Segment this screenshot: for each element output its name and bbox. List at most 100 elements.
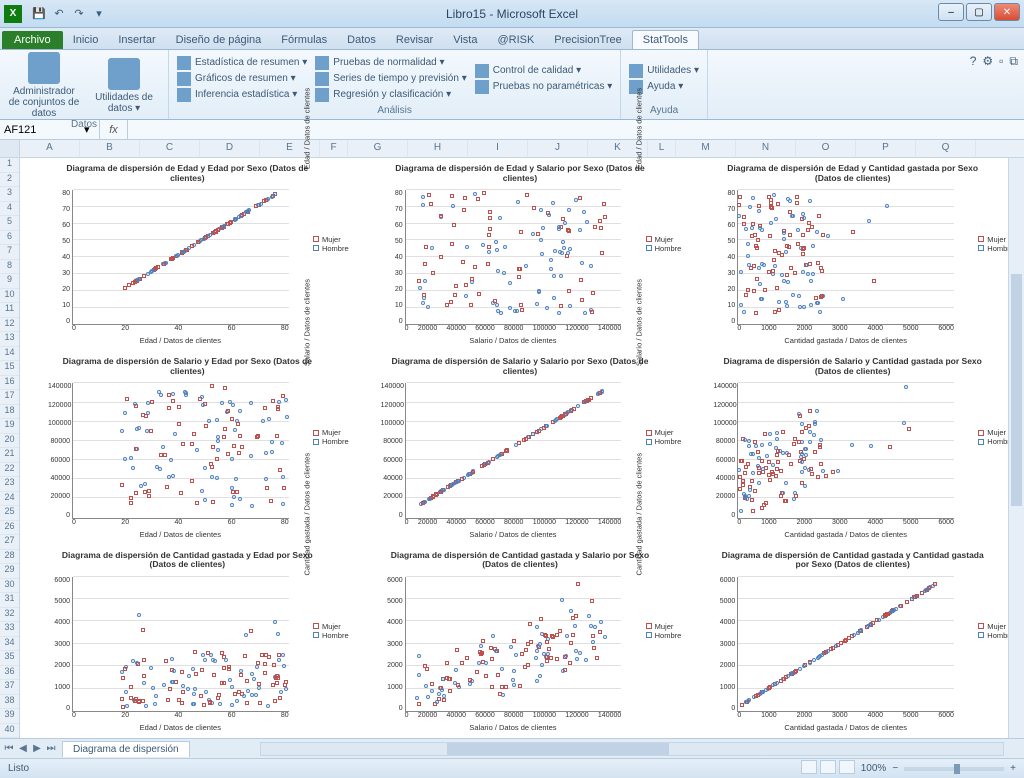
row-header[interactable]: 25 <box>0 506 19 521</box>
ribbon-item[interactable]: Inferencia estadística ▾ <box>177 88 307 102</box>
row-header[interactable]: 10 <box>0 289 19 304</box>
vscroll-thumb[interactable] <box>1011 274 1022 506</box>
scatter-chart[interactable]: Diagrama de dispersión de Edad y Cantida… <box>689 160 1016 347</box>
tab-datos[interactable]: Datos <box>337 31 386 49</box>
row-header[interactable]: 20 <box>0 434 19 449</box>
column-header[interactable]: H <box>408 140 468 157</box>
tab-inicio[interactable]: Inicio <box>63 31 109 49</box>
page-layout-view-icon[interactable] <box>820 760 836 774</box>
row-header[interactable]: 13 <box>0 332 19 347</box>
ribbon-item[interactable]: Control de calidad ▾ <box>475 64 613 78</box>
column-header[interactable]: F <box>320 140 348 157</box>
column-header[interactable]: G <box>348 140 408 157</box>
tab-insertar[interactable]: Insertar <box>108 31 165 49</box>
minimize-ribbon-icon[interactable]: ▫ <box>999 54 1003 69</box>
column-header[interactable]: P <box>856 140 916 157</box>
zoom-out-icon[interactable]: − <box>892 763 898 774</box>
tab-diseodepgina[interactable]: Diseño de página <box>166 31 272 49</box>
row-header[interactable]: 24 <box>0 492 19 507</box>
normal-view-icon[interactable] <box>801 760 817 774</box>
ribbon-button[interactable]: Utilidades de datos ▾ <box>88 58 160 114</box>
row-header[interactable]: 7 <box>0 245 19 260</box>
row-header[interactable]: 39 <box>0 709 19 724</box>
row-header[interactable]: 31 <box>0 593 19 608</box>
sheet-last-icon[interactable]: ⏭ <box>44 743 58 754</box>
row-header[interactable]: 33 <box>0 622 19 637</box>
row-header[interactable]: 8 <box>0 260 19 275</box>
ribbon-button[interactable]: Administrador de conjuntos de datos <box>8 52 80 119</box>
sheet-tab-active[interactable]: Diagrama de dispersión <box>62 741 190 757</box>
row-header[interactable]: 32 <box>0 608 19 623</box>
row-header[interactable]: 19 <box>0 419 19 434</box>
tab-archivo[interactable]: Archivo <box>2 31 63 49</box>
help-icon[interactable]: ? <box>970 54 977 69</box>
column-header[interactable]: D <box>200 140 260 157</box>
row-header[interactable]: 23 <box>0 477 19 492</box>
row-header[interactable]: 15 <box>0 361 19 376</box>
tab-vista[interactable]: Vista <box>443 31 487 49</box>
page-break-view-icon[interactable] <box>839 760 855 774</box>
minimize-button[interactable]: – <box>938 3 964 21</box>
ribbon-item[interactable]: Pruebas no paramétricas ▾ <box>475 80 613 94</box>
close-button[interactable]: ✕ <box>994 3 1020 21</box>
row-header[interactable]: 1 <box>0 158 19 173</box>
maximize-button[interactable]: ▢ <box>966 3 992 21</box>
zoom-in-icon[interactable]: + <box>1010 763 1016 774</box>
column-header[interactable]: B <box>80 140 140 157</box>
tab-stattools[interactable]: StatTools <box>632 30 699 49</box>
tab-precisiontree[interactable]: PrecisionTree <box>544 31 631 49</box>
redo-icon[interactable]: ↷ <box>70 5 88 23</box>
row-header[interactable]: 37 <box>0 680 19 695</box>
save-icon[interactable]: 💾 <box>30 5 48 23</box>
zoom-percent[interactable]: 100% <box>861 763 887 774</box>
row-header[interactable]: 30 <box>0 579 19 594</box>
cell-grid[interactable]: Diagrama de dispersión de Edad y Edad po… <box>20 158 1024 738</box>
column-header[interactable]: M <box>676 140 736 157</box>
row-header[interactable]: 11 <box>0 303 19 318</box>
row-header[interactable]: 12 <box>0 318 19 333</box>
row-header[interactable]: 35 <box>0 651 19 666</box>
row-header[interactable]: 22 <box>0 463 19 478</box>
column-header[interactable]: N <box>736 140 796 157</box>
horizontal-scrollbar[interactable] <box>260 742 1004 756</box>
row-header[interactable]: 3 <box>0 187 19 202</box>
qat-more-icon[interactable]: ▾ <box>90 5 108 23</box>
row-header[interactable]: 14 <box>0 347 19 362</box>
ribbon-item[interactable]: Series de tiempo y previsión ▾ <box>315 72 466 86</box>
row-header[interactable]: 29 <box>0 564 19 579</box>
row-header[interactable]: 9 <box>0 274 19 289</box>
ribbon-item[interactable]: Estadística de resumen ▾ <box>177 56 307 70</box>
ribbon-item[interactable]: Regresión y clasificación ▾ <box>315 88 466 102</box>
ribbon-item[interactable]: Pruebas de normalidad ▾ <box>315 56 466 70</box>
scatter-chart[interactable]: Diagrama de dispersión de Cantidad gasta… <box>689 547 1016 734</box>
sheet-first-icon[interactable]: ⏮ <box>2 743 16 754</box>
tab-risk[interactable]: @RISK <box>487 31 544 49</box>
zoom-thumb[interactable] <box>954 764 960 774</box>
row-header[interactable]: 34 <box>0 637 19 652</box>
column-header[interactable]: J <box>528 140 588 157</box>
hscroll-thumb[interactable] <box>447 743 670 755</box>
row-header[interactable]: 26 <box>0 521 19 536</box>
row-header[interactable]: 16 <box>0 376 19 391</box>
ribbon-item[interactable]: Gráficos de resumen ▾ <box>177 72 307 86</box>
sheet-prev-icon[interactable]: ◀ <box>16 743 30 754</box>
row-header[interactable]: 27 <box>0 535 19 550</box>
row-header[interactable]: 36 <box>0 666 19 681</box>
row-header[interactable]: 2 <box>0 173 19 188</box>
row-header[interactable]: 6 <box>0 231 19 246</box>
row-header[interactable]: 4 <box>0 202 19 217</box>
scatter-chart[interactable]: Diagrama de dispersión de Salario y Cant… <box>689 353 1016 540</box>
window-restore-icon[interactable]: ⧉ <box>1009 54 1018 69</box>
tab-frmulas[interactable]: Fórmulas <box>271 31 337 49</box>
column-header[interactable]: C <box>140 140 200 157</box>
row-header[interactable]: 38 <box>0 695 19 710</box>
column-header[interactable]: A <box>20 140 80 157</box>
vertical-scrollbar[interactable] <box>1008 158 1024 738</box>
column-header[interactable]: Q <box>916 140 976 157</box>
formula-input[interactable] <box>128 120 1024 139</box>
row-header[interactable]: 28 <box>0 550 19 565</box>
undo-icon[interactable]: ↶ <box>50 5 68 23</box>
row-header[interactable]: 5 <box>0 216 19 231</box>
row-header[interactable]: 18 <box>0 405 19 420</box>
select-all-corner[interactable] <box>0 140 19 158</box>
